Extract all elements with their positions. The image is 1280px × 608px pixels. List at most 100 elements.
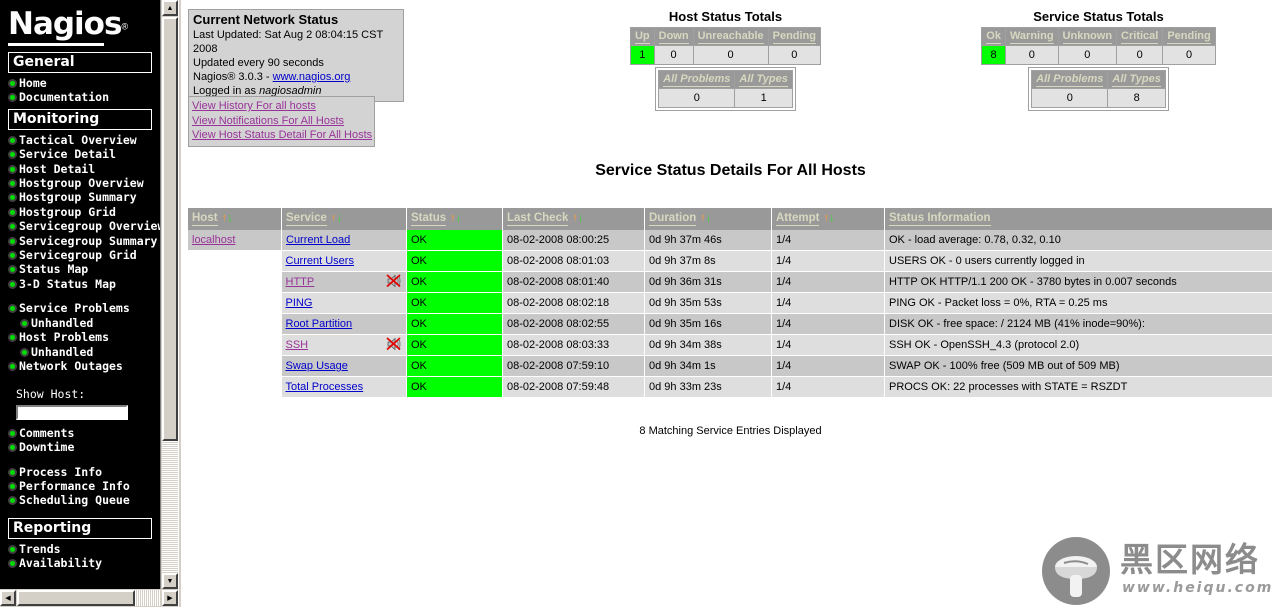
- status-badge: OK: [406, 230, 503, 251]
- sort-descending-icon[interactable]: ↓: [336, 212, 342, 224]
- sidebar-item-service-problems[interactable]: Service Problems: [0, 301, 160, 315]
- sort-descending-icon[interactable]: ↓: [227, 212, 233, 224]
- sidebar-item-servicegroup-overview[interactable]: Servicegroup Overview: [0, 219, 160, 233]
- column-header-service[interactable]: Service ↑↓: [281, 208, 407, 230]
- service-link[interactable]: HTTP: [286, 276, 315, 288]
- column-header-attempt[interactable]: Attempt ↑↓: [771, 208, 885, 230]
- sidebar-item-host-problems[interactable]: Host Problems: [0, 330, 160, 344]
- cell-host: [188, 250, 282, 272]
- cell-status-information: PROCS OK: 22 processes with STATE = RSZD…: [884, 376, 1273, 398]
- header-label: Attempt: [776, 212, 820, 226]
- service-subtotal-header-all-types[interactable]: All Types: [1107, 70, 1166, 89]
- sidebar-item-3d-status-map[interactable]: 3-D Status Map: [0, 277, 160, 291]
- service-link[interactable]: Current Load: [286, 234, 350, 246]
- sidebar-item-comments[interactable]: Comments: [0, 426, 160, 440]
- view-host-status-detail-link[interactable]: View Host Status Detail For All Hosts: [192, 128, 372, 143]
- sidebar-item-host-problems-unhandled[interactable]: Unhandled: [0, 345, 160, 359]
- bullet-icon: [8, 179, 17, 189]
- service-subtotal-header-all-problems[interactable]: All Problems: [1031, 70, 1109, 89]
- service-link[interactable]: Swap Usage: [286, 360, 348, 372]
- sidebar-item-label: 3-D Status Map: [19, 276, 116, 291]
- sidebar-horizontal-scrollbar[interactable]: ◀ ▶: [0, 589, 178, 607]
- header-label: Status: [411, 212, 447, 226]
- sidebar-item-label: Unhandled: [31, 315, 94, 330]
- service-link[interactable]: Root Partition: [286, 318, 353, 330]
- view-notifications-link[interactable]: View Notifications For All Hosts: [192, 114, 371, 129]
- column-header-host[interactable]: Host ↑↓: [188, 208, 282, 230]
- sidebar-item-label: Host Problems: [19, 330, 110, 345]
- host-subtotal-header-all-problems[interactable]: All Problems: [658, 70, 736, 89]
- sidebar-item-hostgroup-grid[interactable]: Hostgroup Grid: [0, 205, 160, 219]
- bullet-icon: [8, 544, 17, 554]
- service-total-header-warning[interactable]: Warning: [1004, 27, 1059, 46]
- header-label: Warning: [1009, 30, 1054, 44]
- sidebar-item-servicegroup-summary[interactable]: Servicegroup Summary: [0, 234, 160, 248]
- sidebar-item-network-outages[interactable]: Network Outages: [0, 359, 160, 373]
- column-header-last-check[interactable]: Last Check ↑↓: [502, 208, 645, 230]
- cell-status-information: USERS OK - 0 users currently logged in: [884, 250, 1273, 272]
- scroll-up-button[interactable]: ▲: [162, 0, 178, 16]
- cell-attempt: 1/4: [771, 230, 885, 251]
- sort-descending-icon[interactable]: ↓: [829, 212, 835, 224]
- table-row: HTTP OK 08-02-2008 08:01:40 0d 9h 36m 31s 1/…: [188, 271, 1273, 293]
- sidebar-item-process-info[interactable]: Process Info: [0, 465, 160, 479]
- host-subtotal-header-all-types[interactable]: All Types: [734, 70, 793, 89]
- cell-last-check: 08-02-2008 08:02:55: [502, 313, 645, 335]
- sidebar-item-status-map[interactable]: Status Map: [0, 262, 160, 276]
- status-badge: OK: [406, 334, 503, 356]
- host-total-header-down[interactable]: Down: [653, 27, 694, 46]
- header-label: All Types: [739, 73, 788, 87]
- scrollbar-thumb[interactable]: [162, 17, 178, 441]
- sort-descending-icon[interactable]: ↓: [706, 212, 712, 224]
- column-header-duration[interactable]: Duration ↑↓: [644, 208, 772, 230]
- sidebar-item-scheduling-queue[interactable]: Scheduling Queue: [0, 493, 160, 507]
- service-total-header-pending[interactable]: Pending: [1162, 27, 1216, 46]
- bullet-icon: [8, 164, 17, 174]
- sort-descending-icon[interactable]: ↓: [578, 212, 584, 224]
- sidebar-item-performance-info[interactable]: Performance Info: [0, 479, 160, 493]
- sidebar-item-hostgroup-summary[interactable]: Hostgroup Summary: [0, 190, 160, 204]
- nagios-logo[interactable]: Nagios®: [0, 0, 160, 48]
- view-history-link[interactable]: View History For all hosts: [192, 99, 371, 114]
- cell-attempt: 1/4: [771, 334, 885, 356]
- cell-duration: 0d 9h 35m 53s: [644, 292, 772, 314]
- scrollbar-thumb[interactable]: [17, 590, 135, 606]
- sidebar-item-tactical-overview[interactable]: Tactical Overview: [0, 133, 160, 147]
- service-link[interactable]: SSH: [286, 339, 309, 351]
- sidebar-vertical-scrollbar[interactable]: ▲ ▼: [160, 0, 178, 589]
- table-row: SSH OK 08-02-2008 08:03:33 0d 9h 34m 38s 1/4…: [188, 334, 1273, 356]
- sidebar-item-trends[interactable]: Trends: [0, 542, 160, 556]
- sidebar-item-service-problems-unhandled[interactable]: Unhandled: [0, 316, 160, 330]
- show-host-input[interactable]: [16, 404, 128, 420]
- host-subtotal-value-all-problems: 0: [658, 88, 736, 108]
- nagios-website-link[interactable]: www.nagios.org: [273, 71, 351, 83]
- sidebar-item-host-detail[interactable]: Host Detail: [0, 162, 160, 176]
- host-total-header-up[interactable]: Up: [629, 27, 655, 46]
- service-link[interactable]: Current Users: [286, 255, 354, 267]
- sort-descending-icon[interactable]: ↓: [456, 212, 462, 224]
- sidebar-item-documentation[interactable]: Documentation: [0, 90, 160, 104]
- scroll-down-button[interactable]: ▼: [162, 573, 178, 589]
- sidebar-item-availability[interactable]: Availability: [0, 556, 160, 570]
- host-link[interactable]: localhost: [192, 234, 235, 246]
- service-total-header-critical[interactable]: Critical: [1116, 27, 1164, 46]
- cell-attempt: 1/4: [771, 376, 885, 398]
- cell-service: HTTP: [281, 271, 407, 293]
- service-total-header-unknown[interactable]: Unknown: [1057, 27, 1118, 46]
- main-content: Current Network Status Last Updated: Sat…: [181, 0, 1280, 607]
- sidebar-item-service-detail[interactable]: Service Detail: [0, 147, 160, 161]
- sidebar-item-label: Performance Info: [19, 479, 130, 494]
- column-header-status[interactable]: Status ↑↓: [406, 208, 503, 230]
- sidebar-item-servicegroup-grid[interactable]: Servicegroup Grid: [0, 248, 160, 262]
- host-total-header-unreachable[interactable]: Unreachable: [692, 27, 769, 46]
- sidebar-item-hostgroup-overview[interactable]: Hostgroup Overview: [0, 176, 160, 190]
- service-total-header-ok[interactable]: Ok: [981, 27, 1006, 46]
- sidebar-item-downtime[interactable]: Downtime: [0, 440, 160, 454]
- service-link[interactable]: PING: [286, 297, 313, 309]
- host-total-header-pending[interactable]: Pending: [767, 27, 822, 46]
- service-link[interactable]: Total Processes: [286, 381, 364, 393]
- scroll-right-button[interactable]: ▶: [162, 590, 178, 606]
- sidebar-item-home[interactable]: Home: [0, 76, 160, 90]
- cell-duration: 0d 9h 36m 31s: [644, 271, 772, 293]
- scroll-left-button[interactable]: ◀: [0, 590, 16, 606]
